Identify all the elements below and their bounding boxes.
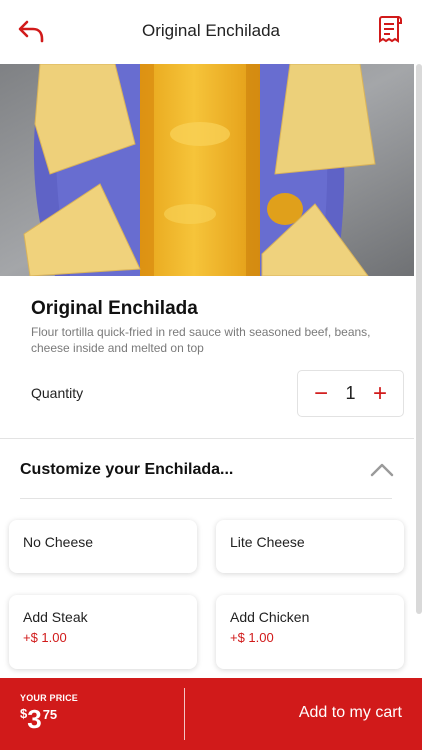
- price-dollars: 3: [27, 704, 42, 734]
- option-label: Add Steak: [23, 609, 88, 625]
- cart-footer: YOUR PRICE $ 3 75 Add to my cart: [0, 678, 422, 750]
- section-divider: [0, 438, 414, 439]
- option-add-chicken[interactable]: Add Chicken +$ 1.00: [216, 595, 404, 669]
- customize-divider: [20, 498, 392, 499]
- item-photo: [0, 64, 414, 276]
- quantity-label: Quantity: [31, 385, 84, 401]
- add-to-cart-button[interactable]: Add to my cart: [299, 704, 402, 722]
- quantity-value: 1: [345, 383, 356, 403]
- item-description: Flour tortilla quick-fried in red sauce …: [31, 325, 371, 355]
- price-cents: 75: [42, 707, 58, 722]
- scrollbar[interactable]: [416, 64, 422, 614]
- total-price: $ 3 75: [20, 704, 57, 734]
- decrement-button[interactable]: −: [310, 381, 332, 406]
- option-label: No Cheese: [23, 534, 94, 550]
- back-arrow-icon[interactable]: [16, 16, 46, 46]
- option-add-steak[interactable]: Add Steak +$ 1.00: [9, 595, 197, 669]
- price-currency: $: [20, 706, 28, 721]
- receipt-icon[interactable]: [376, 14, 406, 46]
- your-price-label: YOUR PRICE: [20, 693, 79, 703]
- customize-title: Customize your Enchilada...: [20, 461, 234, 478]
- option-no-cheese[interactable]: No Cheese: [9, 520, 197, 573]
- option-price: +$ 1.00: [230, 630, 274, 645]
- increment-button[interactable]: +: [369, 381, 391, 406]
- page-title: Original Enchilada: [142, 21, 280, 40]
- footer-divider: [184, 688, 185, 740]
- option-price: +$ 1.00: [23, 630, 67, 645]
- chevron-up-icon[interactable]: [369, 460, 395, 478]
- app-header: Original Enchilada: [0, 0, 422, 62]
- option-label: Lite Cheese: [230, 534, 305, 550]
- option-label: Add Chicken: [230, 609, 310, 625]
- option-lite-cheese[interactable]: Lite Cheese: [216, 520, 404, 573]
- quantity-stepper: − 1 +: [297, 370, 404, 417]
- item-name: Original Enchilada: [31, 298, 198, 319]
